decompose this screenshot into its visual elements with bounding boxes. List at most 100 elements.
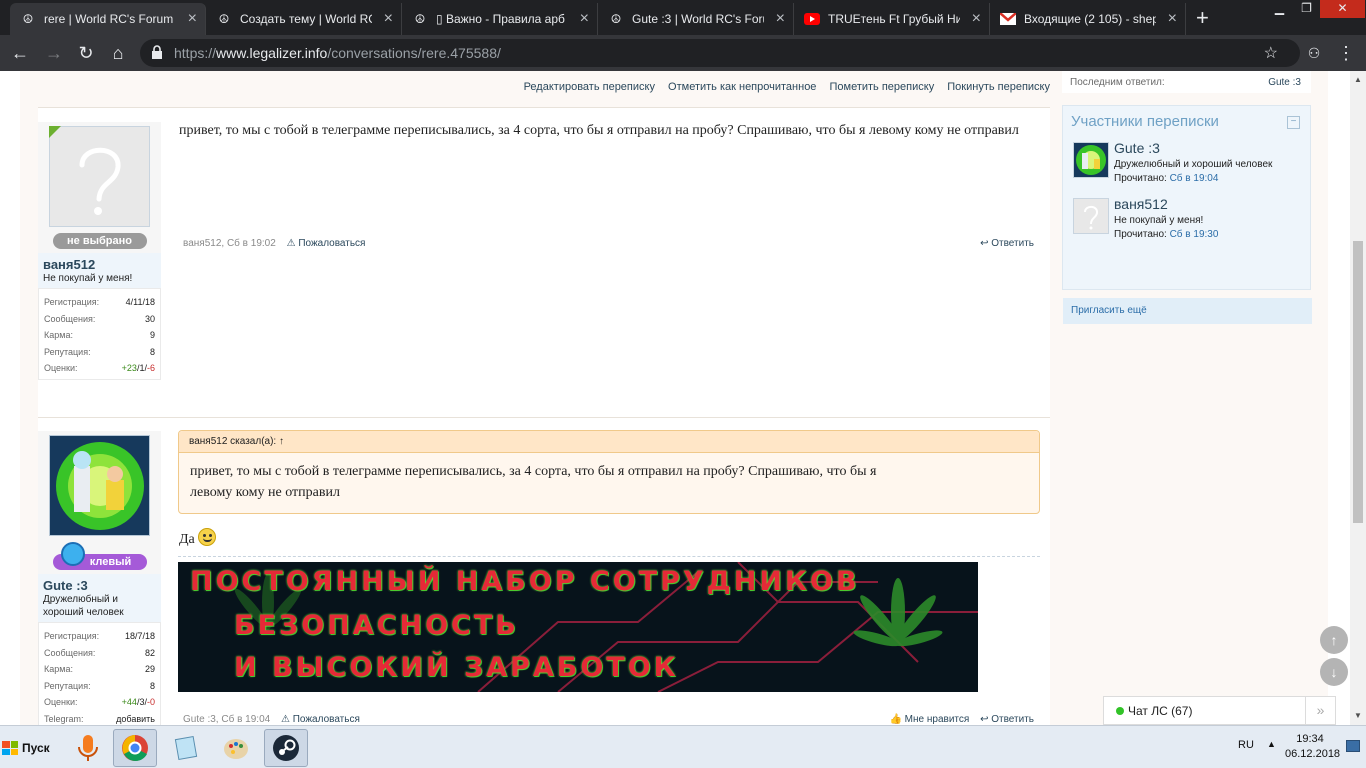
read-label: Прочитано:: [1114, 229, 1167, 240]
username[interactable]: ваня512: [43, 257, 156, 272]
language-indicator[interactable]: RU: [1238, 739, 1254, 751]
start-button[interactable]: Пуск: [2, 734, 62, 762]
forward-icon[interactable]: →: [42, 41, 66, 65]
participant-name[interactable]: Gute :3: [1114, 140, 1160, 156]
stat-value: 30: [144, 313, 155, 324]
close-tab-icon[interactable]: ×: [972, 10, 981, 28]
close-tab-icon[interactable]: ×: [188, 10, 197, 28]
tab-gmail[interactable]: Входящие (2 105) - shep ×: [990, 3, 1186, 35]
close-tab-icon[interactable]: ×: [580, 10, 589, 28]
rating-negative: -6: [146, 363, 155, 374]
avatar[interactable]: [49, 126, 150, 227]
star-conversation-link[interactable]: Пометить переписку: [830, 81, 935, 93]
tab-rere[interactable]: ☮ rere | World RC's Forum | ×: [10, 3, 206, 35]
clock[interactable]: 19:34 06.12.2018: [1285, 732, 1341, 762]
stat-label: Регистрация:: [44, 631, 100, 642]
taskbar-paint[interactable]: [214, 729, 258, 767]
stat-value: 4/11/18: [125, 297, 155, 308]
gmail-icon: [1000, 11, 1016, 27]
report-link[interactable]: ⚠ Пожаловаться: [281, 714, 360, 725]
conversation-actions: Редактировать переписку Отметить как неп…: [514, 81, 1050, 93]
quote-header[interactable]: ваня512 сказал(а): ↑: [179, 431, 1039, 453]
quote-body: привет, то мы с тобой в телеграмме переп…: [179, 453, 1039, 513]
stat-label: Карма:: [44, 330, 73, 341]
telegram-add-link[interactable]: добавить: [116, 714, 155, 724]
smile-icon: [198, 528, 217, 546]
back-icon[interactable]: ←: [8, 41, 32, 65]
participant-vanya: ваня512 Не покупай у меня! Прочитано: Сб…: [1073, 196, 1303, 248]
tab-create-topic[interactable]: ☮ Создать тему | World RC ×: [206, 3, 402, 35]
tray-expand-icon[interactable]: ▲: [1267, 739, 1276, 749]
signature-banner[interactable]: ПОСТОЯННЫЙ НАБОР СОТРУДНИКОВ БЕЗОПАСНОСТ…: [178, 562, 978, 692]
leave-conversation-link[interactable]: Покинуть переписку: [947, 81, 1050, 93]
reply-link[interactable]: ↩ Ответить: [980, 238, 1034, 249]
like-link[interactable]: 👍 Мне нравится: [889, 714, 969, 725]
tab-youtube[interactable]: TRUEтень Ft Грубый Ни ×: [794, 3, 990, 35]
quote-line: левому кому не отправил: [190, 485, 340, 500]
collapse-icon[interactable]: −: [1287, 116, 1300, 129]
browser-toolbar: ← → ↻ ⌂ https://www.legalizer.info/conve…: [0, 35, 1366, 71]
chevron-right-icon[interactable]: »: [1305, 697, 1335, 724]
steam-icon: [273, 735, 299, 761]
edit-conversation-link[interactable]: Редактировать переписку: [524, 81, 655, 93]
url-text: https://www.legalizer.info/conversations…: [174, 45, 501, 61]
username[interactable]: Gute :3: [43, 578, 156, 593]
stat-label: Репутация:: [44, 680, 91, 691]
peace-icon: ☮: [610, 12, 622, 26]
message-date[interactable]: ваня512, Сб в 19:02: [183, 238, 276, 249]
window-close-button[interactable]: ✕: [1320, 0, 1365, 18]
tab-rules[interactable]: ☮ ▯ Важно - Правила арб ×: [402, 3, 598, 35]
show-desktop-icon[interactable]: [1346, 740, 1360, 752]
scroll-arrow-down-icon[interactable]: ▼: [1354, 711, 1362, 720]
peace-icon: ☮: [218, 12, 230, 26]
taskbar-notepad[interactable]: [164, 729, 208, 767]
page-viewport: Редактировать переписку Отметить как неп…: [0, 71, 1366, 725]
participant-avatar[interactable]: [1073, 198, 1109, 234]
invite-more-link[interactable]: Пригласить ещё: [1063, 298, 1312, 324]
maximize-button[interactable]: ❐: [1293, 0, 1320, 18]
home-icon[interactable]: ⌂: [106, 41, 130, 65]
message-text: привет, то мы с тобой в телеграмме переп…: [179, 123, 1019, 138]
thumbs-up-icon: 👍: [889, 714, 902, 725]
address-bar[interactable]: https://www.legalizer.info/conversations…: [140, 39, 1300, 67]
close-tab-icon[interactable]: ×: [384, 10, 393, 28]
taskbar-chrome[interactable]: [113, 729, 157, 767]
scroll-down-button[interactable]: ↓: [1320, 658, 1348, 686]
reply-link[interactable]: ↩ Ответить: [980, 714, 1034, 725]
extensions-icon[interactable]: ⚇: [1302, 41, 1326, 65]
tab-title: Входящие (2 105) - shep: [1024, 12, 1156, 26]
tab-title: ▯ Важно - Правила арб: [436, 12, 565, 26]
taskbar-microphone-app[interactable]: [66, 729, 110, 767]
message-meta: ваня512, Сб в 19:02 ⚠ Пожаловаться: [183, 238, 365, 249]
taskbar-steam[interactable]: [264, 729, 308, 767]
reply-icon: ↩: [980, 238, 989, 249]
user-info: ваня512 Не покупай у меня!: [38, 253, 161, 288]
chat-widget[interactable]: Чат ЛС (67) »: [1103, 696, 1336, 725]
participant-avatar[interactable]: [1073, 142, 1109, 178]
close-tab-icon[interactable]: ×: [776, 10, 785, 28]
mark-unread-link[interactable]: Отметить как непрочитанное: [668, 81, 816, 93]
last-reply-user[interactable]: Gute :3: [1268, 77, 1301, 88]
minimize-button[interactable]: ▁: [1266, 0, 1293, 18]
scrollbar-thumb[interactable]: [1353, 241, 1363, 523]
paint-palette-icon: [224, 739, 248, 759]
peace-icon: ☮: [22, 12, 34, 26]
page-scrollbar[interactable]: ▲ ▼: [1350, 71, 1366, 725]
youtube-icon: [804, 11, 820, 27]
close-tab-icon[interactable]: ×: [1168, 10, 1177, 28]
message-date[interactable]: Gute :3, Сб в 19:04: [183, 714, 270, 725]
online-dot-icon: [1116, 707, 1124, 715]
avatar[interactable]: [49, 435, 150, 536]
read-time: Сб в 19:30: [1169, 229, 1219, 240]
participant-name[interactable]: ваня512: [1114, 196, 1168, 212]
clock-date: 06.12.2018: [1285, 748, 1341, 760]
default-avatar-icon: [50, 127, 149, 226]
report-link[interactable]: ⚠ Пожаловаться: [287, 238, 366, 249]
menu-icon[interactable]: ⋮: [1334, 41, 1358, 65]
scroll-arrow-up-icon[interactable]: ▲: [1354, 75, 1362, 84]
reload-icon[interactable]: ↻: [74, 41, 98, 65]
tab-gute-profile[interactable]: ☮ Gute :3 | World RC's Foru ×: [598, 3, 794, 35]
new-tab-button[interactable]: +: [1196, 5, 1209, 31]
bookmark-star-icon[interactable]: ☆: [1264, 43, 1278, 63]
scroll-up-button[interactable]: ↑: [1320, 626, 1348, 654]
